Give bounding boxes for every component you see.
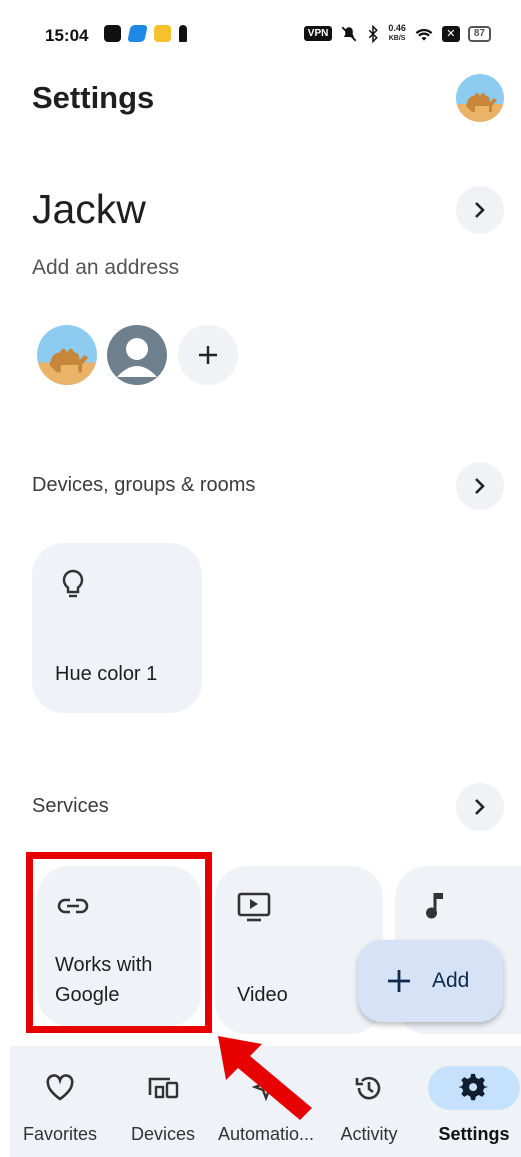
member-avatar-default[interactable] bbox=[107, 325, 167, 385]
service-card-label: Video bbox=[237, 984, 288, 1006]
nav-label: Automatio... bbox=[217, 1124, 315, 1144]
chevron-right-icon bbox=[475, 202, 485, 218]
nav-item-devices[interactable]: Devices bbox=[113, 1046, 213, 1157]
camel-avatar-icon bbox=[37, 325, 97, 385]
status-bar: 15:04 VPN 0.46 KB/S ✕ 87 bbox=[0, 0, 521, 72]
lightbulb-icon bbox=[62, 569, 84, 598]
devices-section-button[interactable] bbox=[456, 462, 504, 510]
status-time: 15:04 bbox=[45, 26, 89, 45]
notification-icons bbox=[104, 25, 187, 42]
service-card-video[interactable]: Video bbox=[215, 866, 383, 1034]
notes-icon bbox=[154, 25, 171, 42]
status-right: VPN 0.46 KB/S ✕ 87 bbox=[303, 23, 491, 43]
nav-item-favorites[interactable]: Favorites bbox=[10, 1046, 110, 1157]
nav-label: Favorites bbox=[22, 1124, 98, 1144]
app-notification-icon bbox=[127, 25, 148, 42]
video-icon bbox=[237, 892, 271, 922]
home-name: Jackw bbox=[32, 186, 146, 232]
account-avatar[interactable] bbox=[456, 74, 504, 122]
music-note-icon bbox=[426, 893, 443, 919]
history-icon bbox=[355, 1076, 381, 1100]
device-card-hue[interactable]: Hue color 1 bbox=[32, 543, 202, 713]
nav-item-settings[interactable]: Settings bbox=[424, 1046, 521, 1157]
highlight-box bbox=[26, 852, 212, 1033]
services-section-button[interactable] bbox=[456, 783, 504, 831]
vpn-badge: VPN bbox=[303, 26, 333, 41]
member-avatar-owner[interactable] bbox=[37, 325, 97, 385]
network-speed: 0.46 KB/S bbox=[388, 23, 406, 43]
add-address-link[interactable]: Add an address bbox=[32, 256, 179, 280]
nav-label: Activity bbox=[340, 1124, 398, 1144]
page-title: Settings bbox=[32, 80, 155, 115]
keyhole-icon bbox=[179, 25, 187, 42]
battery-indicator: 87 bbox=[467, 25, 491, 42]
gear-icon bbox=[459, 1073, 489, 1101]
add-fab-button[interactable]: Add bbox=[358, 940, 503, 1022]
heart-icon bbox=[46, 1074, 74, 1101]
chevron-right-icon bbox=[475, 478, 485, 494]
red-arrow-annotation bbox=[218, 1036, 312, 1120]
services-section-title: Services bbox=[32, 795, 109, 817]
sim-off-icon: ✕ bbox=[441, 25, 460, 42]
add-member-button[interactable] bbox=[178, 325, 238, 385]
tiktok-icon bbox=[104, 25, 121, 42]
chevron-right-icon bbox=[475, 799, 485, 815]
devices-section-title: Devices, groups & rooms bbox=[32, 474, 256, 496]
plus-icon bbox=[199, 346, 217, 364]
nav-label: Devices bbox=[130, 1124, 196, 1144]
person-icon bbox=[117, 338, 157, 377]
home-details-button[interactable] bbox=[456, 186, 504, 234]
nav-item-activity[interactable]: Activity bbox=[319, 1046, 419, 1157]
device-card-label: Hue color 1 bbox=[55, 663, 158, 685]
plus-icon bbox=[388, 970, 410, 992]
wifi-icon bbox=[415, 28, 433, 41]
fab-label: Add bbox=[432, 969, 470, 992]
nav-label: Settings bbox=[438, 1124, 510, 1144]
mute-icon bbox=[341, 26, 357, 41]
devices-icon bbox=[148, 1077, 179, 1099]
camel-avatar-icon bbox=[456, 74, 504, 122]
bluetooth-icon bbox=[369, 24, 379, 43]
